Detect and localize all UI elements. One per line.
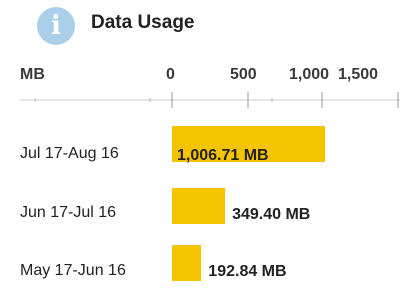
usage-bar — [172, 188, 226, 224]
x-axis — [20, 92, 400, 108]
row-label-period: Jun 17-Jul 16 — [20, 204, 117, 221]
axis-unit-label: MB — [20, 66, 45, 83]
x-tick-label: 1,500 — [338, 66, 379, 83]
page-title: Data Usage — [91, 12, 195, 33]
bar-value-label: 349.40 MB — [232, 206, 311, 223]
usage-bar — [172, 245, 202, 281]
x-tick-label: 0 — [166, 66, 175, 83]
bar-value-label: 192.84 MB — [208, 263, 287, 280]
x-tick-label: 500 — [230, 66, 257, 83]
x-tick-label: 1,000 — [289, 66, 330, 83]
bar-value-label: 1,006.71 MB — [177, 147, 269, 164]
row-label-period: Jul 17-Aug 16 — [20, 145, 119, 162]
info-icon: i — [37, 7, 75, 45]
row-label-period: May 17-Jun 16 — [20, 262, 126, 279]
